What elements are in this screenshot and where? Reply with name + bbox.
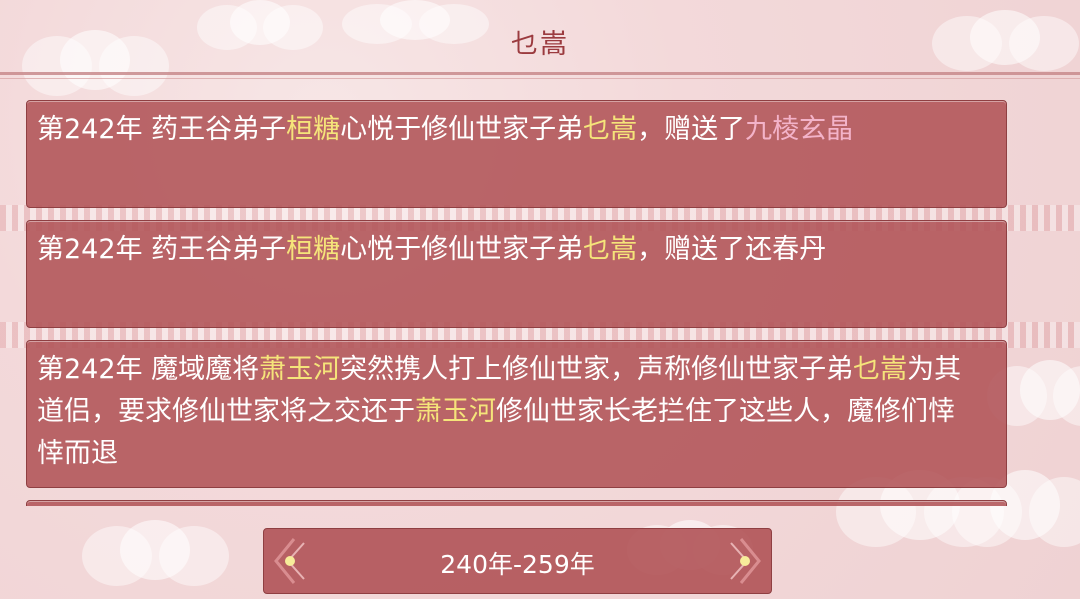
event-card: 第242年 药王谷弟子桓糖心悦于修仙世家子弟乜嵩，赠送了九棱玄晶 <box>26 100 1007 208</box>
arrow-right-icon <box>730 538 761 584</box>
character-name: 萧玉河 <box>415 396 496 427</box>
event-text-segment: 突然携人打上修仙世家，声称修仙世家子弟 <box>340 354 854 385</box>
blossom-decoration <box>987 360 1080 426</box>
character-name: 桓糖 <box>286 114 341 145</box>
header: 乜嵩 <box>0 0 1080 80</box>
character-name: 乜嵩 <box>583 114 638 145</box>
year-pager: 240年-259年 <box>263 528 772 594</box>
header-divider <box>0 72 1080 75</box>
event-text-segment: 第242年 魔域魔将 <box>37 354 260 385</box>
year-range-label: 240年-259年 <box>440 550 595 579</box>
event-text-segment: 心悦于修仙世家子弟 <box>340 234 584 265</box>
event-card: 第242年 药王谷弟子桓糖心悦于修仙世家子弟乜嵩，赠送了还春丹 <box>26 220 1007 328</box>
event-text: 第242年 药王谷弟子桓糖心悦于修仙世家子弟乜嵩，赠送了九棱玄晶 <box>37 109 978 151</box>
character-name: 乜嵩 <box>853 354 908 385</box>
character-name: 乜嵩 <box>583 234 638 265</box>
event-text-segment: 第242年 药王谷弟子 <box>37 114 287 145</box>
event-card: 第242年 魔域魔将萧玉河突然携人打上修仙世家，声称修仙世家子弟乜嵩为其道侣，要… <box>26 340 1007 488</box>
event-card <box>26 500 1007 506</box>
character-name: 萧玉河 <box>259 354 341 385</box>
event-text-segment: 心悦于修仙世家子弟 <box>340 114 584 145</box>
event-text: 第242年 魔域魔将萧玉河突然携人打上修仙世家，声称修仙世家子弟乜嵩为其道侣，要… <box>37 349 978 475</box>
next-page-button[interactable] <box>717 529 771 593</box>
event-text-segment: 第242年 药王谷弟子 <box>37 234 287 265</box>
item-name: 九棱玄晶 <box>745 114 854 145</box>
event-text-segment: ，赠送了还春丹 <box>637 234 827 265</box>
character-name: 桓糖 <box>286 234 341 265</box>
event-list[interactable]: 第242年 药王谷弟子桓糖心悦于修仙世家子弟乜嵩，赠送了九棱玄晶 第242年 药… <box>26 100 1007 506</box>
blossom-decoration <box>81 520 229 586</box>
header-divider <box>0 78 1080 79</box>
event-text: 第242年 药王谷弟子桓糖心悦于修仙世家子弟乜嵩，赠送了还春丹 <box>37 229 978 271</box>
page-title: 乜嵩 <box>511 29 569 60</box>
event-text-segment: ，赠送了 <box>637 114 746 145</box>
